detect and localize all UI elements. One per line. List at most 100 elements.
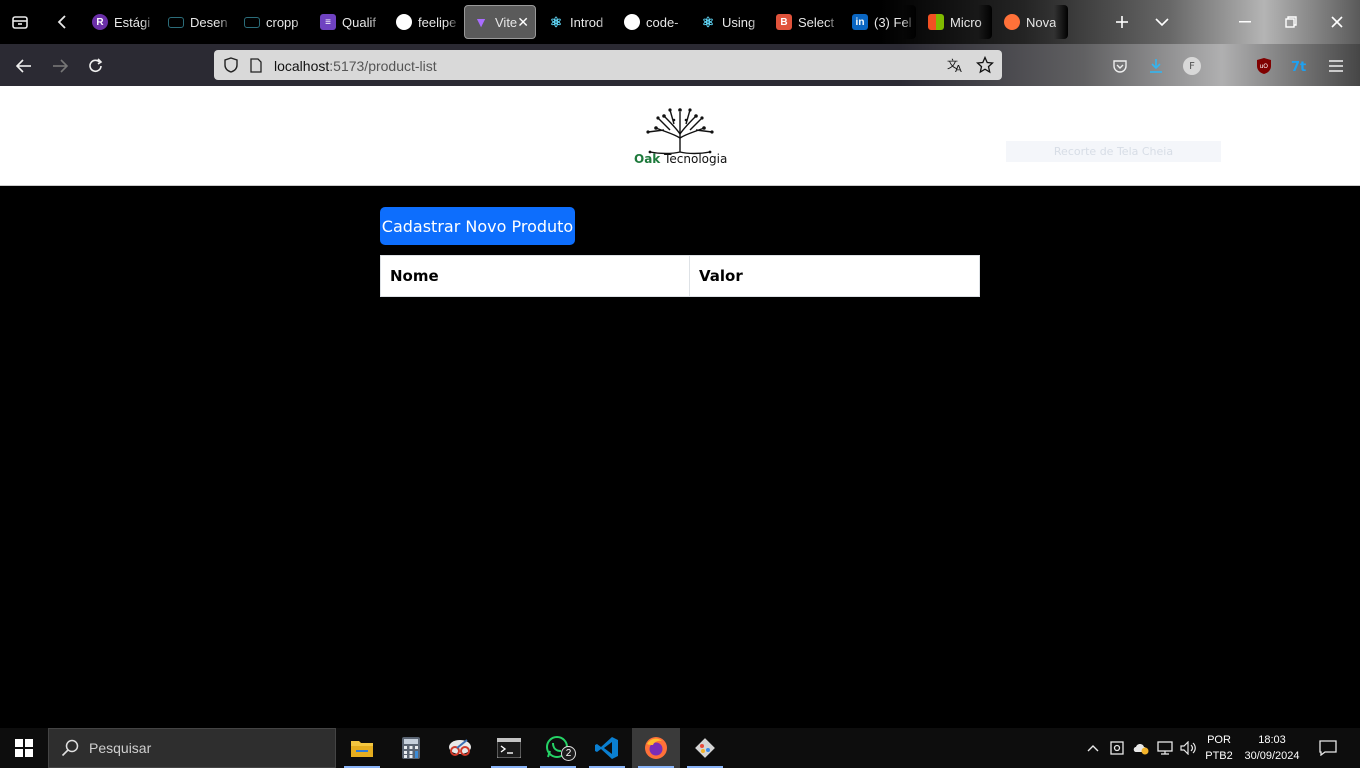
taskbar-file-explorer[interactable] — [338, 728, 386, 768]
browser-tab[interactable]: Micro — [920, 5, 992, 39]
list-all-tabs-button[interactable] — [1142, 0, 1182, 44]
downloads-button[interactable] — [1142, 52, 1170, 80]
browser-tab-label: Vite — [495, 14, 518, 30]
close-tab-icon[interactable]: ✕ — [517, 14, 529, 31]
taskbar-search-box[interactable]: Pesquisar — [48, 728, 336, 768]
logo-oak-text: Oak — [634, 152, 661, 166]
browser-tab[interactable]: Desen — [160, 5, 232, 39]
page-info-icon[interactable] — [250, 57, 266, 73]
browser-tab[interactable]: feelipe — [388, 5, 460, 39]
tray-meet-now[interactable] — [1106, 728, 1128, 768]
new-tab-button[interactable] — [1102, 0, 1142, 44]
plus-icon — [1116, 16, 1128, 28]
svg-text:uO: uO — [1260, 63, 1269, 70]
tab-fade — [1054, 5, 1068, 39]
browser-tab[interactable]: Nova — [996, 5, 1068, 39]
list-icon: ≡ — [320, 14, 336, 30]
browser-tab[interactable]: ⚛ Introd — [540, 5, 612, 39]
forward-button[interactable] — [46, 52, 74, 80]
tray-network[interactable] — [1154, 728, 1176, 768]
site-header: Oak Tecnologia Recorte de Tela Cheia — [0, 86, 1360, 186]
close-icon — [1331, 16, 1343, 28]
tab-overview-button[interactable] — [0, 0, 40, 44]
tray-volume[interactable] — [1178, 728, 1200, 768]
browser-tab[interactable]: in (3) Fel — [844, 5, 916, 39]
shield-icon[interactable] — [224, 57, 240, 73]
chevron-up-icon — [1087, 745, 1099, 752]
reload-icon — [89, 58, 103, 73]
arrow-right-icon — [53, 59, 68, 73]
column-header-valor: Valor — [699, 267, 743, 285]
ublock-icon: uO — [1257, 58, 1271, 74]
minimize-icon — [1239, 21, 1251, 23]
reload-button[interactable] — [82, 52, 110, 80]
address-bar[interactable]: localhost:5173/product-list 文A — [214, 50, 1002, 80]
extension-button[interactable]: 7t — [1286, 52, 1314, 80]
git-diamond-icon — [695, 738, 715, 758]
tab-tray-icon — [12, 16, 28, 29]
monitor-icon — [244, 16, 260, 28]
tab-fade — [218, 5, 232, 39]
tab-fade — [902, 5, 916, 39]
pocket-button[interactable] — [1106, 52, 1134, 80]
browser-tab[interactable]: ⚛ Using — [692, 5, 764, 39]
browser-tab[interactable]: ≡ Qualif — [312, 5, 384, 39]
arrow-left-icon — [16, 59, 31, 73]
svg-text:7t: 7t — [1291, 60, 1306, 74]
microsoft-icon — [928, 14, 944, 30]
logo-tecnologia-text: Tecnologia — [660, 152, 728, 166]
monitor-icon — [168, 16, 184, 28]
clock-time: 18:03 — [1258, 734, 1286, 746]
browser-tab-label: Micro — [950, 14, 982, 30]
tab-fade — [750, 5, 764, 39]
close-window-button[interactable] — [1314, 0, 1360, 44]
vscode-icon — [595, 737, 618, 759]
show-hidden-icons-button[interactable] — [1082, 728, 1104, 768]
taskbar-terminal[interactable] — [485, 728, 533, 768]
ublock-extension-button[interactable]: uO — [1250, 52, 1278, 80]
browser-tab[interactable]: R Estági — [84, 5, 156, 39]
windows-taskbar: Pesquisar 2 POR PTB2 18:03 30/09/2024 — [0, 728, 1360, 768]
browser-tab[interactable]: cropp — [236, 5, 308, 39]
account-button[interactable]: F — [1178, 52, 1206, 80]
minimize-button[interactable] — [1222, 0, 1268, 44]
input-language-indicator[interactable]: POR PTB2 — [1200, 732, 1238, 766]
search-placeholder: Pesquisar — [89, 740, 152, 756]
tab-fade — [674, 5, 688, 39]
terminal-icon — [497, 738, 521, 758]
folder-icon — [351, 741, 373, 757]
taskbar-snipping-tool[interactable] — [436, 728, 484, 768]
language-code: POR — [1207, 734, 1231, 746]
extension-7t-icon: 7t — [1291, 60, 1306, 74]
calculator-icon — [402, 737, 420, 759]
new-product-button[interactable]: Cadastrar Novo Produto — [380, 207, 575, 245]
back-button[interactable] — [10, 52, 38, 80]
system-clock[interactable]: 18:03 30/09/2024 — [1240, 732, 1304, 766]
browser-tab[interactable]: ▼ Vite ✕ — [464, 5, 536, 39]
taskbar-firefox[interactable] — [632, 728, 680, 768]
tab-strip: R Estági Desen cropp ≡ Qualif feelipe ▼ Vite ✕ ⚛ In… — [0, 0, 1360, 44]
cloud-warning-icon — [1133, 744, 1149, 755]
search-icon — [61, 739, 79, 757]
tab-fade — [446, 5, 460, 39]
taskbar-whatsapp[interactable]: 2 — [534, 728, 582, 768]
tab-fade — [826, 5, 840, 39]
app-menu-button[interactable] — [1322, 52, 1350, 80]
scroll-tabs-left-button[interactable] — [42, 0, 82, 44]
taskbar-calculator[interactable] — [387, 728, 435, 768]
notification-center-button[interactable] — [1312, 728, 1344, 768]
pocket-icon — [1113, 59, 1127, 73]
browser-tab[interactable]: B Select — [768, 5, 840, 39]
browser-tab[interactable]: code- — [616, 5, 688, 39]
translate-icon[interactable]: 文A — [946, 56, 964, 74]
restore-button[interactable] — [1268, 0, 1314, 44]
bookmark-star-icon[interactable] — [976, 56, 994, 74]
taskbar-git-tool[interactable] — [681, 728, 729, 768]
url-text[interactable]: localhost:5173/product-list — [274, 56, 437, 75]
hamburger-menu-icon — [1329, 60, 1343, 72]
start-button[interactable] — [0, 728, 48, 768]
taskbar-vscode[interactable] — [583, 728, 631, 768]
url-path: :5173/product-list — [329, 57, 437, 74]
tray-onedrive[interactable] — [1130, 728, 1152, 768]
download-icon — [1150, 59, 1162, 73]
